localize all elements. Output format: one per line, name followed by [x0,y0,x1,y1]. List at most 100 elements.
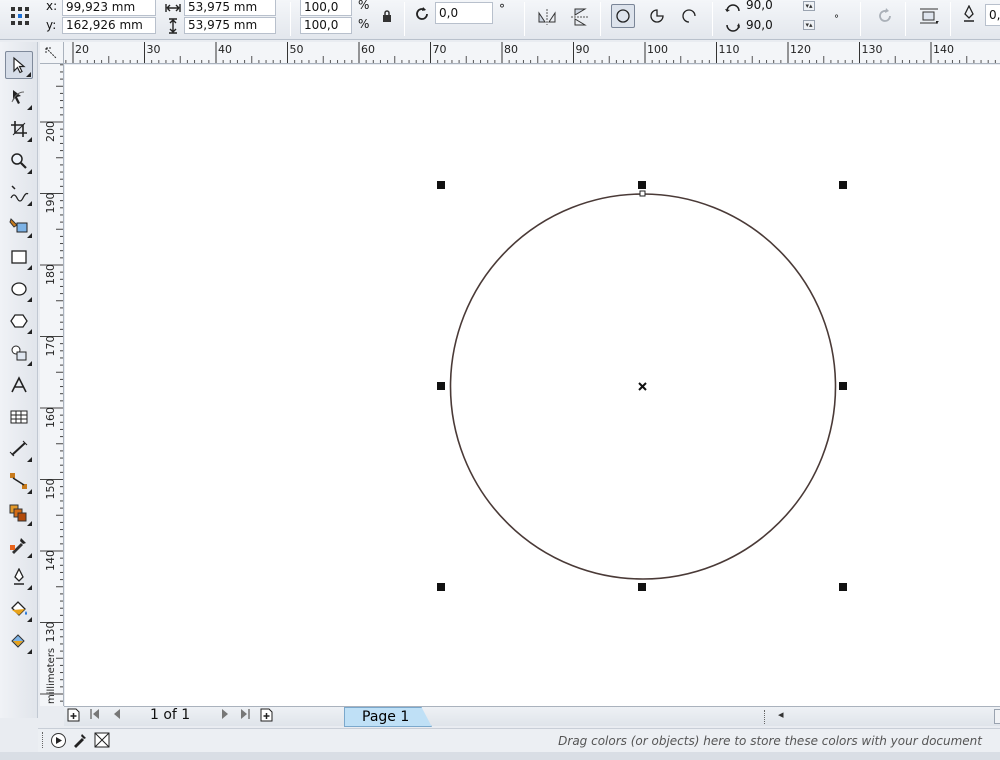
horizontal-ruler[interactable]: 203040506070809010011012013014015 [64,42,1000,64]
start-angle-spinner[interactable]: ▾▴ [803,1,815,11]
degree-sign: ° [834,0,839,5]
horizontal-ruler-ticks: 203040506070809010011012013014015 [65,42,996,63]
toolbar-divider [600,2,601,36]
ruler-label: 130 [44,622,57,643]
selection-handle-top[interactable] [638,181,646,189]
first-page-icon[interactable] [89,708,101,724]
ellipse-node[interactable] [639,190,646,197]
blend-tool[interactable] [5,499,33,527]
no-color-swatch[interactable] [94,732,110,752]
eyedropper-tool[interactable] [5,531,33,559]
center-marker-icon [638,382,647,391]
horizontal-scrollbar-thumb[interactable] [994,709,1000,724]
crop-tool[interactable] [5,115,33,143]
selection-handle-right[interactable] [839,382,847,390]
mirror-horizontal-button[interactable] [535,5,559,29]
ruler-label: 120 [790,43,811,56]
ellipse-tool[interactable] [5,275,33,303]
toolbar-divider [905,2,906,36]
rotation-angle-field[interactable]: 0,0 [435,2,493,24]
add-page-before-icon[interactable] [67,708,80,726]
y-label: y: [46,18,57,32]
x-position-field[interactable]: 99,923 mm [62,0,156,16]
page-tab-page-1[interactable]: Page 1 [344,707,432,727]
mirror-vertical-button[interactable] [568,5,592,29]
toolbar-divider [404,2,405,36]
percent-sign: % [358,17,370,31]
end-angle-value[interactable]: 90,0 [746,18,773,32]
dimension-tool[interactable] [5,435,33,463]
selection-handle-bottom-right[interactable] [839,583,847,591]
width-field[interactable]: 53,975 mm [184,0,276,16]
y-position-field[interactable]: 162,926 mm [62,17,156,34]
toolbar-divider [290,2,291,36]
toolbox [0,42,38,718]
selection-handle-bottom-left[interactable] [437,583,445,591]
end-angle-spinner[interactable]: ▾▴ [803,20,815,30]
ruler-label: 200 [44,121,57,142]
selection-handle-top-right[interactable] [839,181,847,189]
zoom-tool[interactable] [5,147,33,175]
ruler-label: 130 [862,43,883,56]
ellipse-mode-button[interactable] [611,4,635,28]
selection-handle-bottom[interactable] [638,583,646,591]
scale-y-field[interactable]: 100,0 [300,17,352,34]
object-origin-icon[interactable] [8,4,32,28]
change-direction-icon[interactable] [873,4,897,28]
drawing-canvas[interactable] [65,65,1000,706]
vertical-ruler[interactable]: 200 190 180 170 160 150 140 130 millimeters [40,64,64,706]
last-page-icon[interactable] [239,708,251,724]
connector-tool[interactable] [5,467,33,495]
smart-fill-tool[interactable] [5,211,33,239]
start-angle-value[interactable]: 90,0 [746,0,773,12]
freehand-tool[interactable] [5,179,33,207]
interactive-fill-tool[interactable] [5,627,33,655]
ruler-label: 70 [433,43,447,56]
height-icon [167,18,179,38]
pick-tool[interactable] [5,51,33,79]
outline-tool[interactable] [5,563,33,591]
add-page-after-icon[interactable] [260,708,273,726]
table-tool[interactable] [5,403,33,431]
palette-grip[interactable] [42,732,44,748]
shape-tool[interactable] [5,83,33,111]
arc-mode-button[interactable] [677,4,701,28]
ruler-origin-corner[interactable] [40,42,64,64]
status-bar [0,752,1000,760]
pie-mode-button[interactable] [645,4,669,28]
height-field[interactable]: 53,975 mm [184,17,276,34]
palette-hint-text: Drag colors (or objects) here to store t… [558,734,982,748]
ruler-label: 160 [44,407,57,428]
rectangle-tool[interactable] [5,243,33,271]
text-tool[interactable] [5,371,33,399]
eyedropper-icon[interactable] [72,732,88,752]
selection-handle-top-left[interactable] [437,181,445,189]
page-navigator: 1 of 1 Page 1 ◂ [64,706,1000,727]
ruler-label: 40 [218,43,232,56]
ruler-unit-label: millimeters [46,648,57,704]
palette-menu-icon[interactable] [50,732,67,753]
ruler-label: 30 [147,43,161,56]
toolbar-divider [860,2,861,36]
toolbar-divider [712,2,713,36]
document-palette-bar: Drag colors (or objects) here to store t… [38,728,1000,752]
fill-tool[interactable] [5,595,33,623]
basic-shapes-tool[interactable] [5,339,33,367]
degree-sign: ° [499,2,505,16]
previous-page-icon[interactable] [112,708,122,724]
scrollbar-splitter[interactable] [764,710,766,724]
outline-width-field[interactable]: 0, [985,4,1000,26]
outline-pen-icon[interactable] [962,4,976,27]
next-page-icon[interactable] [220,708,230,724]
selection-handle-left[interactable] [437,382,445,390]
ruler-label: 140 [44,550,57,571]
polygon-tool[interactable] [5,307,33,335]
wrap-text-icon[interactable] [917,4,941,28]
ruler-label: 80 [504,43,518,56]
scale-x-field[interactable]: 100,0 [300,0,352,16]
ruler-label: 170 [44,336,57,357]
percent-sign: % [358,0,370,12]
start-angle-icon [724,0,742,18]
lock-ratio-icon[interactable] [381,8,393,27]
scroll-left-icon[interactable]: ◂ [778,708,784,721]
